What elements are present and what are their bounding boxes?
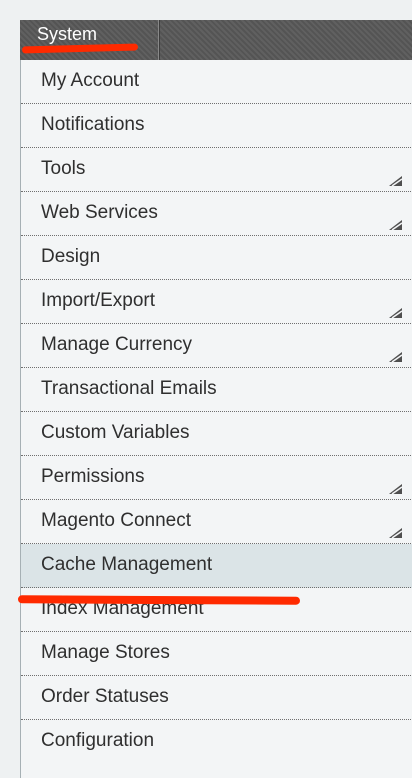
menu-item-label: Magento Connect — [41, 510, 191, 531]
menu-item-notifications[interactable]: Notifications — [21, 104, 412, 148]
menu-item-manage-stores[interactable]: Manage Stores — [21, 632, 412, 676]
menu-item-label: Configuration — [41, 730, 155, 751]
menu-item-cache-management[interactable]: Cache Management — [21, 544, 412, 588]
menu-item-label: Permissions — [41, 466, 145, 487]
system-dropdown-menu: My Account Notifications Tools Web Servi… — [20, 60, 412, 778]
menu-item-label: Order Statuses — [41, 686, 169, 707]
menu-item-label: Design — [41, 246, 101, 267]
menu-item-web-services[interactable]: Web Services — [21, 192, 412, 236]
menu-item-manage-currency[interactable]: Manage Currency — [21, 324, 412, 368]
menu-item-my-account[interactable]: My Account — [21, 60, 412, 104]
menu-item-label: Transactional Emails — [41, 378, 217, 399]
menu-item-configuration[interactable]: Configuration — [21, 720, 412, 764]
menu-item-label: Web Services — [41, 202, 158, 223]
menu-item-label: Notifications — [41, 114, 145, 135]
nav-tab-system[interactable]: System — [20, 20, 159, 60]
menu-item-magento-connect[interactable]: Magento Connect — [21, 500, 412, 544]
submenu-arrow-icon — [389, 484, 403, 495]
menu-item-label: Tools — [41, 158, 86, 179]
submenu-arrow-icon — [389, 220, 403, 231]
page-background-left — [0, 0, 20, 778]
menu-item-label: Custom Variables — [41, 422, 190, 443]
submenu-arrow-icon — [389, 308, 403, 319]
menu-item-design[interactable]: Design — [21, 236, 412, 280]
menu-item-label: Import/Export — [41, 290, 156, 311]
nav-tab-system-label: System — [37, 24, 98, 44]
annotation-underline-cache-management — [17, 595, 301, 605]
menu-item-label: Manage Currency — [41, 334, 193, 355]
menu-item-label: Manage Stores — [41, 642, 170, 663]
submenu-arrow-icon — [389, 528, 403, 539]
submenu-arrow-icon — [389, 352, 403, 363]
menu-item-permissions[interactable]: Permissions — [21, 456, 412, 500]
menu-item-label: My Account — [41, 70, 140, 91]
menu-item-order-statuses[interactable]: Order Statuses — [21, 676, 412, 720]
submenu-arrow-icon — [389, 176, 403, 187]
admin-nav-bar: System — [20, 20, 412, 60]
menu-item-custom-variables[interactable]: Custom Variables — [21, 412, 412, 456]
menu-item-label: Cache Management — [41, 554, 213, 575]
menu-item-import-export[interactable]: Import/Export — [21, 280, 412, 324]
page-background-top — [0, 0, 412, 20]
menu-item-tools[interactable]: Tools — [21, 148, 412, 192]
menu-item-transactional-emails[interactable]: Transactional Emails — [21, 368, 412, 412]
